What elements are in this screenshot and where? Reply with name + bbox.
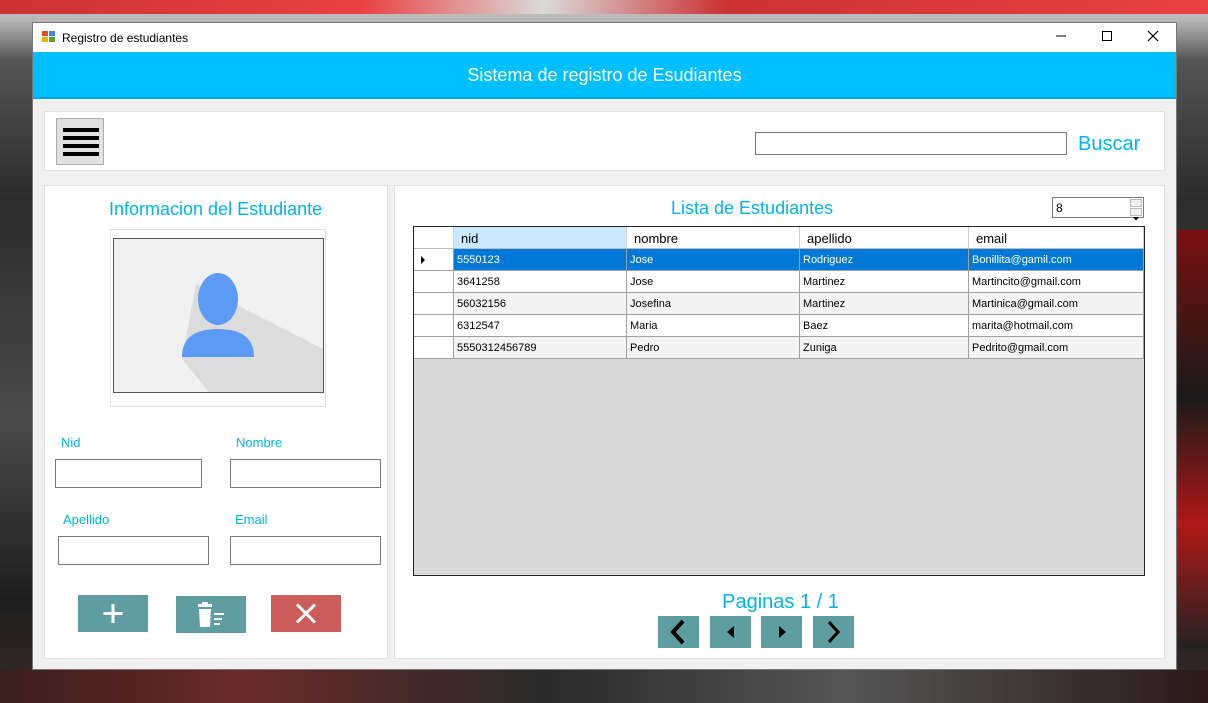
cell-nombre[interactable]: Jose: [627, 249, 800, 271]
minimize-icon: [1056, 35, 1066, 37]
pagination-label: Paginas 1 / 1: [722, 591, 839, 613]
cell-nid[interactable]: 56032156: [454, 293, 627, 315]
header-banner: Sistema de registro de Esudiantes: [33, 52, 1176, 99]
close-window-button[interactable]: [1130, 23, 1176, 52]
table-row[interactable]: 5550312456789 Pedro Zuniga Pedrito@gmail…: [414, 337, 1144, 359]
wallpaper-decoration: [0, 670, 1208, 703]
title-bar[interactable]: Registro de estudiantes: [33, 23, 1176, 52]
email-label: Email: [235, 512, 268, 527]
wallpaper-decoration: [1176, 230, 1208, 650]
cell-apellido[interactable]: Martinez: [800, 271, 969, 293]
apellido-field[interactable]: [58, 536, 209, 565]
plus-icon: [103, 604, 123, 623]
stepper-up-button[interactable]: [1130, 199, 1142, 212]
close-icon: [1147, 30, 1159, 42]
last-page-button[interactable]: [813, 616, 854, 648]
cell-apellido[interactable]: Zuniga: [800, 337, 969, 359]
minimize-button[interactable]: [1038, 23, 1084, 52]
delete-student-button[interactable]: [176, 596, 246, 633]
wallpaper-stripe: [0, 0, 1208, 14]
close-icon: [295, 603, 317, 624]
cell-nid[interactable]: 5550123: [454, 249, 627, 271]
app-icon: [42, 31, 56, 44]
current-row-arrow-icon: [421, 256, 425, 264]
prev-page-icon: [727, 626, 734, 638]
cell-email[interactable]: Martinica@gmail.com: [969, 293, 1144, 315]
column-header-nombre[interactable]: nombre: [627, 227, 800, 248]
maximize-button[interactable]: [1084, 23, 1130, 52]
prev-page-button[interactable]: [710, 616, 751, 648]
first-page-icon: [670, 619, 685, 645]
column-header-nid[interactable]: nid: [454, 227, 627, 248]
first-page-button[interactable]: [658, 616, 699, 648]
student-photo[interactable]: [110, 229, 326, 407]
page-size-value: 8: [1056, 201, 1063, 215]
cell-apellido[interactable]: Baez: [800, 315, 969, 337]
cell-email[interactable]: Bonillita@gamil.com: [969, 249, 1144, 271]
chevron-down-icon: [1133, 217, 1139, 221]
page-size-stepper[interactable]: 8: [1052, 197, 1144, 221]
cell-nid[interactable]: 3641258: [454, 271, 627, 293]
search-button[interactable]: Buscar: [1078, 133, 1140, 156]
cell-apellido[interactable]: Rodriguez: [800, 249, 969, 271]
cell-nombre[interactable]: Maria: [627, 315, 800, 337]
row-selector[interactable]: [414, 249, 454, 271]
row-selector[interactable]: [414, 271, 454, 293]
cancel-button[interactable]: [271, 595, 341, 632]
row-selector[interactable]: [414, 293, 454, 315]
app-window: Registro de estudiantes Sistema de regis…: [32, 22, 1177, 670]
header-title: Sistema de registro de Esudiantes: [467, 65, 742, 85]
row-selector[interactable]: [414, 337, 454, 359]
table-header: nid nombre apellido email: [414, 227, 1144, 249]
student-list-heading: Lista de Estudiantes: [671, 198, 834, 218]
table-row[interactable]: 56032156 Josefina Martinez Martinica@gma…: [414, 293, 1144, 315]
user-avatar-icon: [182, 273, 323, 392]
last-page-icon: [827, 620, 841, 644]
student-info-panel: Informacion del Estudiante Nid Nombre Ap…: [44, 185, 388, 659]
next-page-icon: [779, 626, 786, 638]
cell-nombre[interactable]: Pedro: [627, 337, 800, 359]
row-selector[interactable]: [414, 315, 454, 337]
cell-email[interactable]: marita@hotmail.com: [969, 315, 1144, 337]
search-input[interactable]: [755, 132, 1067, 155]
table-row[interactable]: 6312547 Maria Baez marita@hotmail.com: [414, 315, 1144, 337]
column-header-apellido[interactable]: apellido: [800, 227, 969, 248]
cell-email[interactable]: Pedrito@gmail.com: [969, 337, 1144, 359]
students-table[interactable]: nid nombre apellido email 5550123 Jose R…: [413, 226, 1145, 576]
cell-email[interactable]: Martincito@gmail.com: [969, 271, 1144, 293]
table-row[interactable]: 5550123 Jose Rodriguez Bonillita@gamil.c…: [414, 249, 1144, 271]
student-info-heading: Informacion del Estudiante: [109, 199, 323, 219]
next-page-button[interactable]: [761, 616, 802, 648]
trash-icon: [198, 602, 224, 627]
email-field[interactable]: [230, 536, 381, 565]
nombre-field[interactable]: [230, 459, 381, 488]
toolbar: Buscar: [44, 111, 1165, 171]
cell-nombre[interactable]: Jose: [627, 271, 800, 293]
student-list-panel: Lista de Estudiantes 8 nid nombre apelli…: [394, 185, 1165, 659]
nid-field[interactable]: [55, 459, 202, 488]
cell-nombre[interactable]: Josefina: [627, 293, 800, 315]
add-student-button[interactable]: [78, 595, 148, 632]
cell-nid[interactable]: 5550312456789: [454, 337, 627, 359]
column-header-email[interactable]: email: [969, 227, 1144, 248]
nid-label: Nid: [61, 435, 81, 450]
cell-nid[interactable]: 6312547: [454, 315, 627, 337]
cell-apellido[interactable]: Martinez: [800, 293, 969, 315]
table-row[interactable]: 3641258 Jose Martinez Martincito@gmail.c…: [414, 271, 1144, 293]
menu-button[interactable]: [56, 118, 104, 165]
apellido-label: Apellido: [63, 512, 110, 527]
row-header-corner: [414, 227, 454, 248]
maximize-icon: [1102, 31, 1112, 41]
stepper-down-button[interactable]: [1130, 208, 1142, 221]
nombre-label: Nombre: [236, 435, 283, 450]
window-title: Registro de estudiantes: [62, 31, 189, 45]
